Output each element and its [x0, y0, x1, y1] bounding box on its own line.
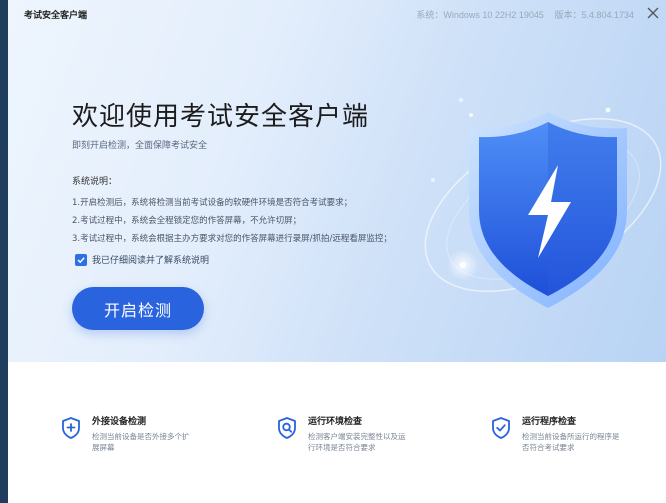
feature-desc: 检测客户端安装完整性以及运行环境是否符合要求 — [308, 432, 406, 452]
version-label: 版本：5.4.804.1734 — [554, 10, 634, 20]
feature-program-check: 运行程序检查 检测当前设备所运行的程序是否符合考试要求 — [490, 414, 622, 453]
app-title: 考试安全客户端 — [24, 11, 88, 21]
feature-title: 运行环境检查 — [308, 417, 363, 427]
checkbox-box[interactable] — [75, 253, 87, 266]
feature-desc: 检测当前设备所运行的程序是否符合考试要求 — [522, 432, 620, 452]
title-bar: 考试安全客户端 系统：Windows 10 22H2 19045 版本：5.4.… — [8, 0, 666, 26]
hero-subtitle: 即刻开启检测，全面保障考试安全 — [72, 141, 208, 151]
system-info: 系统：Windows 10 22H2 19045 版本：5.4.804.1734 — [408, 8, 634, 21]
notes-title: 系统说明： — [72, 177, 118, 187]
checkmark-icon — [77, 256, 85, 263]
shield-search-icon — [278, 417, 296, 439]
feature-title: 运行程序检查 — [522, 417, 577, 427]
feature-external-devices: 外接设备检测 检测当前设备是否外接多个扩展屏幕 — [60, 414, 192, 453]
start-detection-button[interactable]: 开启检测 — [72, 287, 204, 330]
agree-label: 我已仔细阅读并了解系统说明 — [92, 256, 210, 266]
app-window: 考试安全客户端 系统：Windows 10 22H2 19045 版本：5.4.… — [8, 0, 666, 503]
hero-banner: 考试安全客户端 系统：Windows 10 22H2 19045 版本：5.4.… — [8, 0, 666, 362]
notes-list: 1.开启检测后，系统将检测当前考试设备的软硬件环境是否符合考试要求； 2.考试过… — [72, 194, 392, 248]
features-section: 外接设备检测 检测当前设备是否外接多个扩展屏幕 运行环境检查 检测客户端安装完整… — [8, 362, 666, 503]
note-item: 1.开启检测后，系统将检测当前考试设备的软硬件环境是否符合考试要求； — [72, 198, 353, 208]
feature-title: 外接设备检测 — [92, 417, 147, 427]
feature-environment-check: 运行环境检查 检测客户端安装完整性以及运行环境是否符合要求 — [276, 414, 408, 453]
system-label: 系统：Windows 10 22H2 19045 — [416, 10, 544, 20]
feature-desc: 检测当前设备是否外接多个扩展屏幕 — [92, 432, 190, 452]
hero-title: 欢迎使用考试安全客户端 — [72, 102, 370, 132]
close-icon — [647, 7, 659, 19]
note-item: 3.考试过程中，系统会根据主办方要求对您的作答屏幕进行录屏/抓拍/远程看屏监控； — [72, 234, 392, 244]
note-item: 2.考试过程中，系统会全程锁定您的作答屏幕，不允许切屏； — [72, 216, 302, 226]
shield-plus-icon — [62, 417, 80, 439]
shield-check-icon — [492, 417, 510, 439]
security-shield-illustration — [424, 97, 662, 308]
close-button[interactable] — [644, 4, 662, 22]
agree-checkbox[interactable]: 我已仔细阅读并了解系统说明 — [75, 253, 209, 266]
